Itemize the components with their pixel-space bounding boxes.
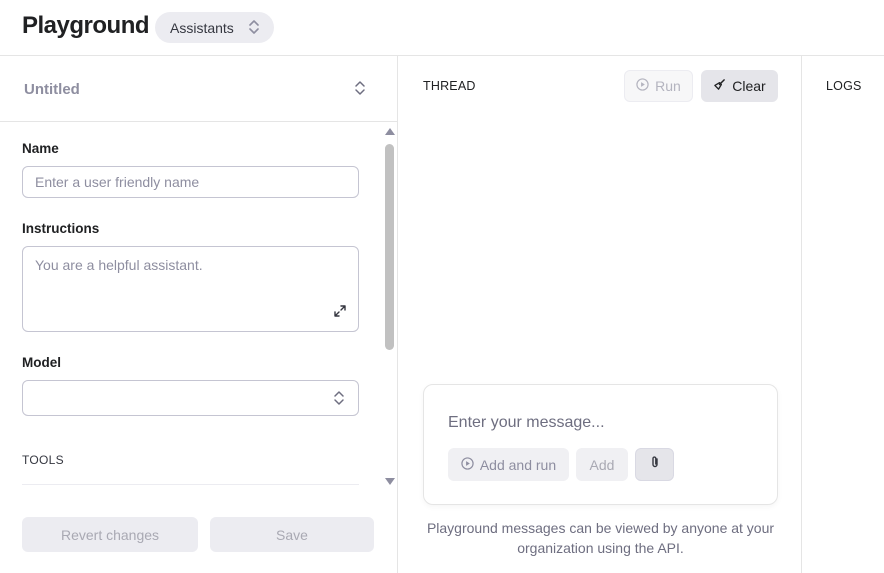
form-scrollbar[interactable]	[382, 128, 398, 488]
add-and-run-label: Add and run	[479, 456, 557, 473]
clear-button[interactable]: Clear	[701, 70, 778, 102]
name-input[interactable]: Enter a user friendly name	[22, 166, 359, 198]
message-input[interactable]: Enter your message...	[448, 414, 605, 432]
assistant-selector-value: Untitled	[24, 81, 80, 98]
add-and-run-button[interactable]: Add and run	[448, 448, 569, 481]
assistant-selector[interactable]: Untitled	[0, 56, 398, 122]
scroll-thumb[interactable]	[385, 144, 394, 350]
thread-panel: THREAD Run Clear Enter your message... A…	[399, 56, 802, 573]
tools-divider	[22, 484, 359, 485]
attach-button[interactable]	[635, 448, 674, 481]
scroll-up-arrow-icon[interactable]	[385, 128, 395, 135]
chevron-up-down-icon	[333, 390, 345, 409]
privacy-disclaimer: Playground messages can be viewed by any…	[426, 520, 775, 556]
assistant-panel: Untitled Name Enter a user friendly name…	[0, 56, 398, 573]
model-select[interactable]	[22, 380, 359, 416]
model-label: Model	[22, 355, 61, 370]
revert-changes-button[interactable]: Revert changes	[22, 517, 198, 552]
thread-title: THREAD	[423, 79, 476, 93]
assistant-form: Name Enter a user friendly name Instruct…	[0, 122, 380, 488]
broom-icon	[713, 78, 726, 94]
name-input-placeholder: Enter a user friendly name	[35, 174, 200, 190]
run-button[interactable]: Run	[624, 70, 693, 102]
play-circle-icon	[461, 456, 474, 473]
instructions-textarea[interactable]: You are a helpful assistant.	[22, 246, 359, 332]
page-title: Playground	[22, 12, 150, 39]
mode-select-value: Assistants	[170, 19, 234, 36]
expand-icon[interactable]	[334, 303, 346, 321]
clear-button-label: Clear	[732, 78, 766, 94]
instructions-label: Instructions	[22, 221, 100, 236]
mode-select[interactable]: Assistants	[155, 12, 274, 43]
logs-panel: LOGS	[803, 56, 884, 573]
instructions-placeholder: You are a helpful assistant.	[35, 257, 203, 273]
run-button-label: Run	[655, 78, 681, 94]
name-label: Name	[22, 141, 59, 156]
add-button[interactable]: Add	[576, 448, 628, 481]
logs-title: LOGS	[826, 79, 862, 93]
chevron-up-down-icon	[248, 19, 260, 38]
play-circle-icon	[636, 78, 649, 94]
paperclip-icon	[648, 455, 662, 474]
message-composer: Enter your message... Add and run Add	[423, 384, 778, 505]
tools-section-label: TOOLS	[22, 453, 64, 467]
top-header: Playground Assistants	[0, 0, 884, 56]
scroll-down-arrow-icon[interactable]	[385, 478, 395, 485]
save-button[interactable]: Save	[210, 517, 374, 552]
chevron-up-down-icon	[354, 80, 366, 101]
